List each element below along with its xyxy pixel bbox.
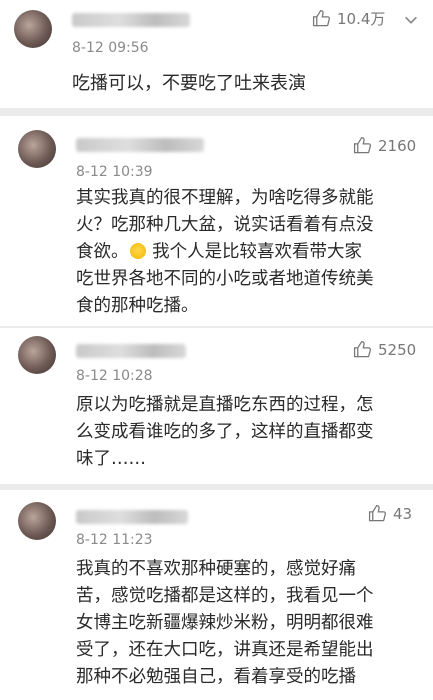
thumbs-up-icon — [353, 340, 372, 358]
like-button[interactable]: 43 — [368, 504, 412, 523]
avatar[interactable] — [18, 502, 56, 540]
like-button[interactable]: 2160 — [353, 136, 416, 155]
laughing-emoji-icon — [129, 243, 146, 259]
comment-card: 8-12 10:39 2160 其实我真的很不理解，为啥吃得多就能 火？吃那种几… — [0, 116, 433, 326]
avatar[interactable] — [18, 336, 56, 374]
thumbs-up-icon — [353, 136, 372, 154]
avatar[interactable] — [18, 130, 56, 168]
comment-text: 我真的不喜欢那种硬塞的，感觉好痛 苦，感觉吃播都是这样的，我看见一个 女博主吃新… — [76, 559, 374, 687]
comment-card: 8-12 10:28 5250 原以为吃播就是直播吃东西的过程，怎 么变成看谁吃… — [0, 328, 433, 484]
like-count: 2160 — [378, 136, 417, 155]
comment-time: 8-12 10:28 — [76, 368, 153, 384]
comment-text: 其实我真的很不理解，为啥吃得多就能 火？吃那种几大盆，说实话看着有点没 食欲。 … — [76, 185, 374, 320]
comment-text: 吃播可以，不要吃了吐来表演 — [72, 73, 306, 94]
comment-time: 8-12 10:39 — [76, 164, 153, 180]
comment-card: 8-12 09:56 10.4万 吃播可以，不要吃了吐来表演 — [0, 0, 433, 108]
avatar[interactable] — [14, 10, 52, 48]
like-count: 10.4万 — [337, 10, 386, 28]
comment-time: 8-12 09:56 — [72, 40, 149, 56]
thumbs-up-icon — [368, 504, 387, 522]
comment-card: 8-12 11:23 43 我真的不喜欢那种硬塞的，感觉好痛 苦，感觉吃播都是这… — [0, 490, 433, 700]
username-blurred[interactable] — [72, 13, 190, 27]
chevron-down-icon[interactable] — [402, 11, 420, 29]
like-count: 5250 — [378, 340, 417, 359]
comment-text: 原以为吃播就是直播吃东西的过程，怎 么变成看谁吃的多了，这样的直播都变 味了…… — [76, 395, 374, 469]
username-blurred[interactable] — [76, 510, 188, 524]
thumbs-up-icon — [312, 9, 331, 27]
username-blurred[interactable] — [76, 344, 186, 358]
comment-time: 8-12 11:23 — [76, 532, 153, 548]
like-button[interactable]: 5250 — [353, 340, 416, 359]
username-blurred[interactable] — [76, 138, 204, 152]
like-button[interactable]: 10.4万 — [312, 8, 385, 29]
like-count: 43 — [393, 504, 413, 523]
